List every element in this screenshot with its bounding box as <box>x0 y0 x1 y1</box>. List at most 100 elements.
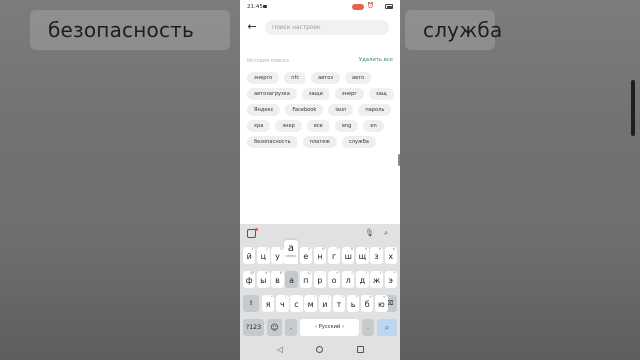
key-label: ю <box>378 300 385 309</box>
key-у[interactable]: 3у <box>271 247 284 264</box>
key-label: в <box>275 276 280 285</box>
key-б[interactable]: < б <box>361 295 374 312</box>
history-chip[interactable]: хра <box>247 120 271 132</box>
key-т[interactable]: ! т <box>332 295 346 312</box>
key-я[interactable]: * я <box>262 295 275 312</box>
key-х[interactable]: ъх <box>384 247 397 264</box>
key-ь[interactable]: ? ь <box>346 295 360 312</box>
history-row: хра энер все eng en <box>247 120 397 132</box>
key-п[interactable]: & п <box>299 271 312 288</box>
phone-screen: 21:45 ⏰ ← История поиска Удалить все эне… <box>240 0 400 360</box>
clear-history-button[interactable]: Удалить все <box>359 57 393 63</box>
key-hint: < <box>368 295 372 300</box>
symbols-key[interactable]: ?123 <box>243 319 264 336</box>
sticker-icon[interactable] <box>247 227 258 238</box>
key-hint: ? <box>355 295 358 300</box>
key-с[interactable]: ' с <box>290 295 303 312</box>
key-н[interactable]: 6н <box>313 247 327 264</box>
key-label: й <box>246 252 252 261</box>
key-label: г <box>331 252 337 261</box>
history-chip[interactable]: автозагрузка <box>247 88 297 100</box>
history-chip[interactable]: пароль <box>358 104 392 116</box>
history-chip[interactable]: служба <box>341 136 376 148</box>
key-ч[interactable]: " ч <box>276 295 289 312</box>
key-м[interactable]: :м <box>304 295 317 312</box>
key-label: ц <box>260 252 267 261</box>
comma-key[interactable]: , <box>285 319 297 336</box>
history-chip[interactable]: nfc <box>284 72 307 84</box>
history-chip[interactable]: en <box>363 120 384 132</box>
search-input[interactable] <box>265 20 389 35</box>
key-ф[interactable]: @ ф <box>243 271 256 288</box>
key-д[interactable]: ) д <box>356 271 369 288</box>
screen-record-icon <box>263 4 267 8</box>
key-label: э <box>388 276 393 285</box>
video-frame: безопасность служба 21:45 ⏰ ← История по… <box>0 0 640 360</box>
history-row: автозагрузка защи энерг защ <box>247 88 397 100</box>
key-ж[interactable]: / ж <box>370 271 383 288</box>
nav-home-icon[interactable] <box>316 346 323 353</box>
key-и[interactable]: ; и <box>318 295 331 312</box>
key-ш[interactable]: 8ш <box>342 247 355 264</box>
background-word-right: служба <box>405 10 502 50</box>
history-chip[interactable]: энерг <box>334 88 364 100</box>
key-row-4: ?123 ☺ , ‹ Русский › . ⌕ <box>242 319 398 336</box>
key-hint: ) <box>365 271 367 276</box>
key-hint: # <box>264 271 268 276</box>
space-key[interactable]: ‹ Русский › <box>300 319 359 336</box>
shift-icon: ⇧ <box>248 300 254 307</box>
key-э[interactable]: * э <box>384 271 397 288</box>
history-chip[interactable]: платеж <box>302 136 337 148</box>
key-hint: 7 <box>336 247 339 252</box>
key-row-3: ⇧ ⌫ * я " ч ' с: м; и! т? ь < б > ю <box>242 295 398 312</box>
key-е[interactable]: 5е <box>299 247 312 264</box>
history-chip[interactable]: энерго <box>247 72 280 84</box>
history-chip[interactable]: все <box>306 120 330 132</box>
history-chip[interactable]: защи <box>301 88 330 100</box>
nav-recents-icon[interactable] <box>357 346 364 353</box>
key-й[interactable]: 1й <box>243 247 256 264</box>
shift-key[interactable]: ⇧ <box>243 295 259 312</box>
key-label: е <box>303 252 309 261</box>
key-label: х <box>388 252 394 261</box>
keyboard-search-icon[interactable]: ⌕ <box>384 228 388 238</box>
microphone-icon[interactable]: 🎙 <box>365 228 375 237</box>
nav-back-icon[interactable]: ◁ <box>277 345 283 355</box>
history-chip[interactable]: Яндекс <box>247 104 281 116</box>
history-row: безопасность платеж служба <box>247 136 397 148</box>
history-chip[interactable]: энер <box>275 120 302 132</box>
history-chip[interactable]: eng <box>334 120 359 132</box>
history-chip[interactable]: laun <box>328 104 354 116</box>
history-chip[interactable]: защ <box>369 88 394 100</box>
key-а[interactable]: _ а <box>285 271 298 288</box>
back-arrow-icon[interactable]: ← <box>246 21 258 33</box>
key-hint: 1 <box>251 247 254 252</box>
page-scrollbar[interactable] <box>631 80 635 136</box>
history-chip[interactable]: Facebook <box>285 104 324 116</box>
key-щ[interactable]: 9щ <box>356 247 369 264</box>
key-hint: * <box>271 295 273 300</box>
key-label: н <box>317 252 323 261</box>
key-ю[interactable]: > ю <box>375 295 388 312</box>
history-chip[interactable]: автоз <box>311 72 341 84</box>
history-chip[interactable]: безопасность <box>247 136 298 148</box>
period-key[interactable]: . <box>362 319 374 336</box>
key-з[interactable]: 0з <box>370 247 383 264</box>
key-label: с <box>294 300 299 309</box>
key-row-2: @ ф # ы ₽ в _ а & п - р + о(л) д / ж * э <box>242 271 398 288</box>
emoji-key[interactable]: ☺ <box>267 319 282 336</box>
key-о[interactable]: + о <box>327 271 341 288</box>
key-л[interactable]: (л <box>342 271 355 288</box>
history-chip[interactable]: авто <box>345 72 372 84</box>
search-history-title: История поиска <box>247 58 289 64</box>
key-label: б <box>364 300 370 309</box>
search-go-key[interactable]: ⌕ <box>377 319 397 336</box>
popup-letter: а <box>287 243 295 254</box>
key-г[interactable]: 7г <box>327 247 341 264</box>
key-label: ж <box>372 276 381 285</box>
key-р[interactable]: -р <box>313 271 327 288</box>
key-ц[interactable]: 2ц <box>257 247 270 264</box>
history-row: Яндекс Facebook laun пароль <box>247 104 397 116</box>
key-в[interactable]: ₽ в <box>271 271 284 288</box>
key-ы[interactable]: # ы <box>257 271 270 288</box>
